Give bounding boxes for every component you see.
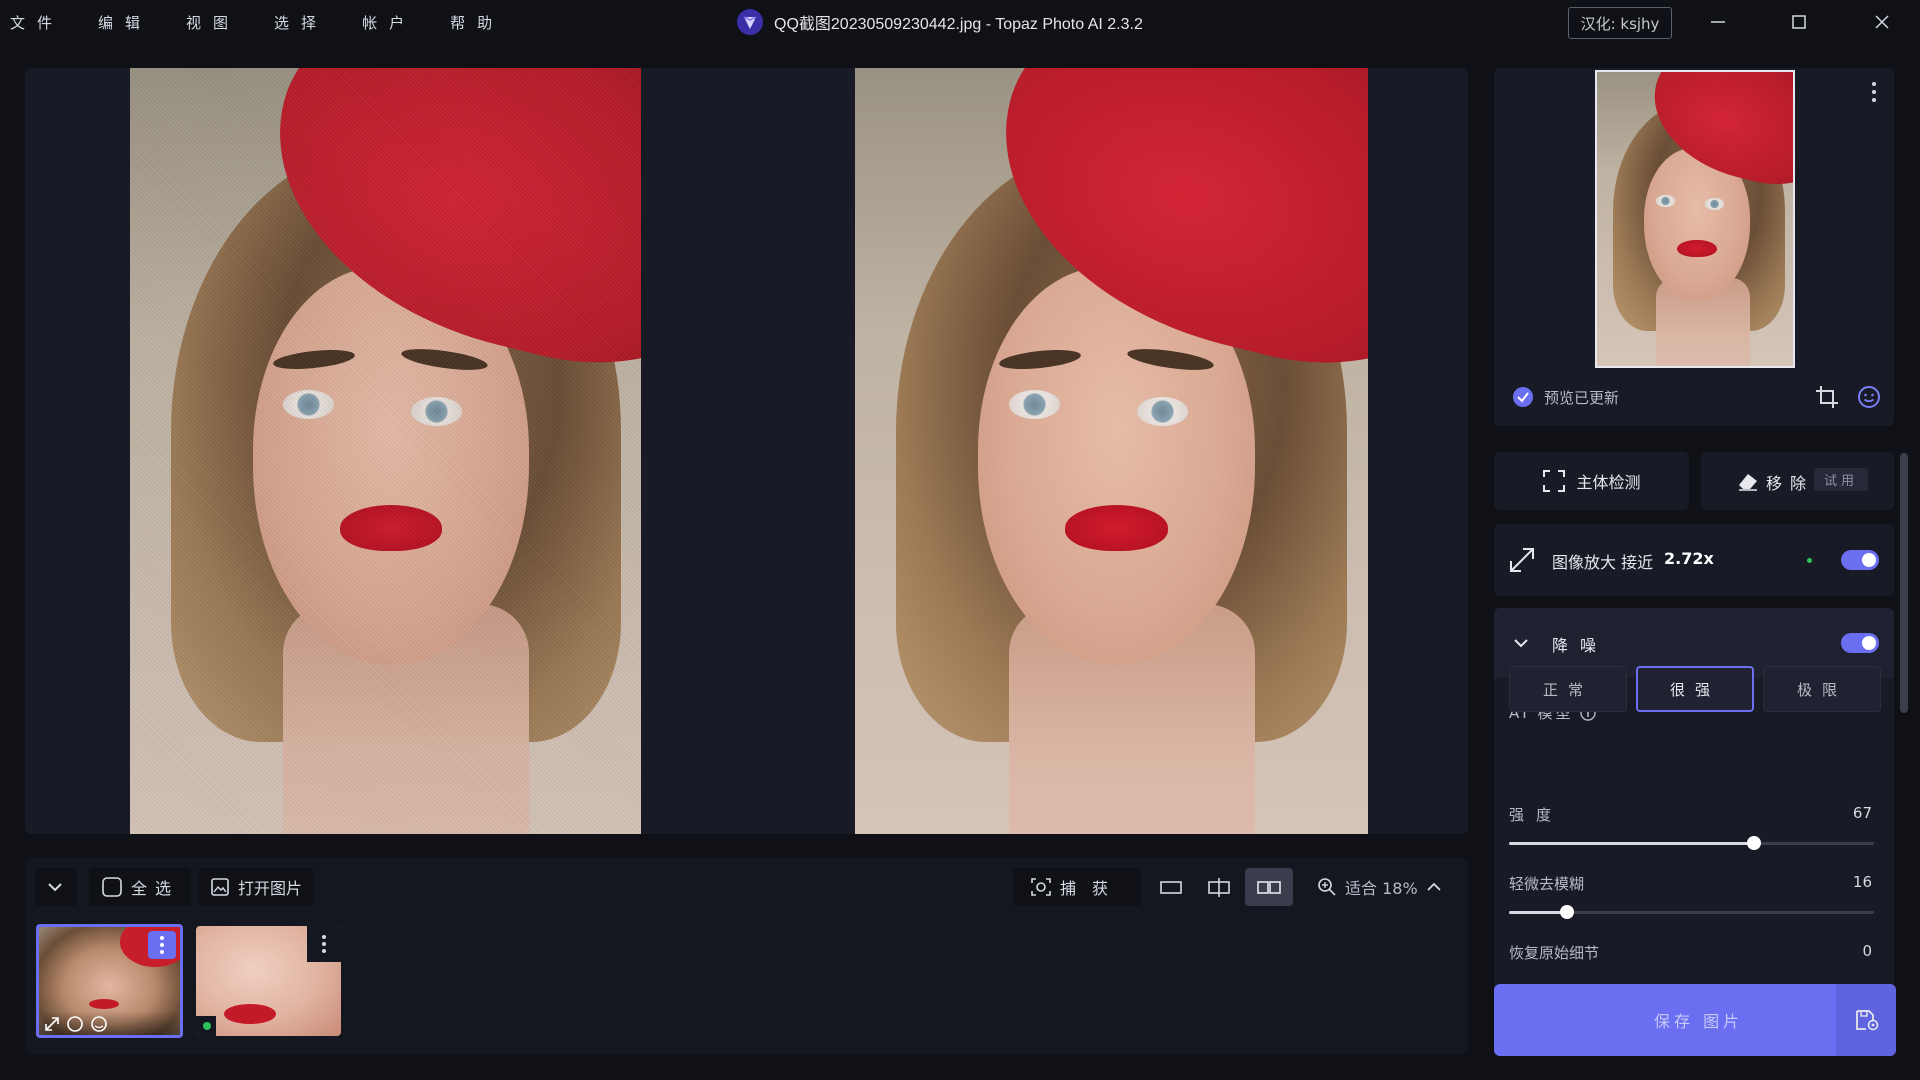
subject-detect-label: 主体检测 [1576,473,1641,492]
thumbnail-menu-button[interactable] [148,931,176,959]
preview-canvas[interactable] [25,68,1468,834]
strength-label: 强度 [1509,806,1564,824]
open-image-label: 打开图片 [238,879,303,898]
minimize-icon [1711,21,1725,23]
checkbox-icon [102,877,122,897]
image-icon [211,878,229,896]
upscale-factor: 2.72x [1664,549,1714,568]
restore-detail-value: 0 [1862,942,1872,960]
select-all-label: 全选 [131,879,180,898]
thumbnail-2-menu-button[interactable] [310,930,338,958]
title-bar: 文件 编辑 视图 选择 帐户 帮助 QQ截图20230509230442.jpg… [0,0,1920,44]
more-vertical-icon [1872,82,1876,102]
menu-help[interactable]: 帮助 [450,12,504,33]
navigator-menu-button[interactable] [1864,78,1884,106]
denoise-sliders: 强度 67 轻微去模糊 16 恢复原始细节 0 [1494,796,1894,986]
preview-status: 预览已更新 [1512,386,1619,408]
single-view-icon [1160,881,1182,894]
eraser-icon [1739,474,1757,491]
side-by-side-icon [1257,881,1281,894]
chevron-up-icon [1427,882,1441,891]
maximize-icon [1792,15,1806,29]
panel-scrollbar[interactable] [1900,453,1908,713]
menu-file[interactable]: 文件 [10,12,64,33]
single-view-button[interactable] [1149,868,1193,906]
camera-capture-icon [1031,878,1051,896]
thumbnail-2[interactable] [196,926,341,1036]
subject-detect-button[interactable]: 主体检测 [1494,452,1689,510]
strength-slider[interactable] [1509,836,1874,850]
upscale-status-dot [1807,558,1812,563]
deblur-slider-fill [1509,911,1568,914]
strength-slider-handle[interactable] [1746,836,1761,850]
menu-bar: 文件 编辑 视图 选择 帐户 帮助 [10,12,504,33]
strength-slider-fill [1509,842,1754,845]
save-label: 保存 图片 [1654,1012,1744,1031]
split-view-button[interactable] [1197,868,1241,906]
model-normal-button[interactable]: 正常 [1509,666,1627,712]
capture-button[interactable]: 捕获 [1013,868,1141,906]
capture-label: 捕获 [1059,879,1124,898]
expand-arrow-icon [1510,548,1534,572]
denoise-title: 降噪 [1552,636,1609,655]
save-image-button[interactable]: 保存 图片 [1494,984,1896,1056]
upscale-card[interactable]: 图像放大 接近 2.72x [1494,524,1894,596]
filmstrip: 全选 打开图片 捕获 适合 18% [25,858,1468,1054]
window-title-group: QQ截图20230509230442.jpg - Topaz Photo AI … [736,8,1143,36]
zoom-control[interactable]: 适合 18% [1305,868,1455,906]
upscale-toggle[interactable] [1841,550,1879,570]
chevron-down-icon [1514,639,1528,648]
crop-icon [1816,386,1838,408]
preview-status-label: 预览已更新 [1544,388,1620,407]
minimize-button[interactable] [1698,6,1738,38]
face-recovery-button[interactable] [1856,384,1882,410]
navigator-panel: 预览已更新 [1494,68,1894,426]
upscale-label: 图像放大 接近 [1552,553,1654,572]
menu-edit[interactable]: 编辑 [98,12,152,33]
open-image-button[interactable]: 打开图片 [198,868,315,906]
denoise-toggle[interactable] [1841,633,1879,653]
more-vertical-icon [160,936,164,954]
deblur-value: 16 [1852,873,1872,891]
close-button[interactable] [1862,6,1902,38]
menu-account[interactable]: 帐户 [362,12,416,33]
deblur-label: 轻微去模糊 [1509,875,1585,893]
processed-status-dot [203,1022,211,1030]
focus-frame-icon [1543,470,1566,492]
deblur-slider[interactable] [1509,905,1874,919]
remove-tool-button[interactable]: 移除 试用 [1701,452,1894,510]
model-strong-button[interactable]: 很强 [1636,666,1754,712]
more-vertical-icon [322,935,326,953]
deblur-slider-handle[interactable] [1560,905,1575,919]
maximize-button[interactable] [1779,6,1819,38]
model-extreme-button[interactable]: 极限 [1763,666,1881,712]
collapse-filmstrip-button[interactable] [35,868,77,906]
topaz-logo-icon [737,9,763,35]
zoom-icon [1318,878,1336,896]
original-image [130,68,641,834]
split-view-icon [1208,878,1230,897]
select-all-button[interactable]: 全选 [89,868,192,906]
save-options-button[interactable] [1836,984,1896,1056]
check-circle-icon [1513,387,1533,407]
restore-detail-label: 恢复原始细节 [1509,944,1600,962]
crop-button[interactable] [1814,384,1840,410]
menu-select[interactable]: 选择 [274,12,328,33]
face-icon [1858,386,1880,408]
hanhua-badge: 汉化: ksjhy [1568,7,1672,39]
thumbnail-1[interactable] [36,924,183,1038]
menu-view[interactable]: 视图 [186,12,240,33]
chevron-down-icon [48,883,62,892]
remove-label: 移除 [1766,474,1815,493]
zoom-level: 适合 18% [1345,879,1418,898]
close-icon [1875,15,1889,29]
side-by-side-view-button[interactable] [1245,868,1293,906]
trial-badge: 试用 [1814,468,1869,491]
navigator-preview[interactable] [1595,70,1795,368]
window-title: QQ截图20230509230442.jpg - Topaz Photo AI … [774,16,1143,33]
thumbnail-enhancement-icons [45,1016,107,1032]
save-settings-icon [1856,1010,1879,1031]
processed-image [855,68,1368,834]
strength-value: 67 [1852,804,1872,822]
